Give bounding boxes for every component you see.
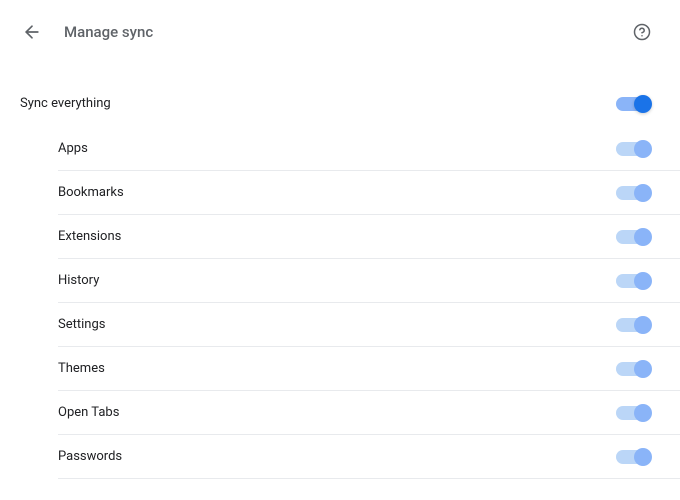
toggle-knob	[634, 95, 652, 113]
sync-item-label: Themes	[58, 361, 616, 376]
help-icon	[633, 23, 651, 41]
sync-item-apps: Apps	[58, 127, 680, 171]
back-button[interactable]	[20, 20, 44, 44]
toggle-knob	[634, 316, 652, 334]
sync-item-bookmarks: Bookmarks	[58, 171, 680, 215]
sync-item-toggle-themes[interactable]	[616, 362, 650, 376]
sync-everything-toggle[interactable]	[616, 97, 650, 111]
sync-item-toggle-extensions[interactable]	[616, 230, 650, 244]
sync-item-label: Bookmarks	[58, 185, 616, 200]
sync-item-history: History	[58, 259, 680, 303]
sync-item-toggle-apps[interactable]	[616, 142, 650, 156]
sync-item-passwords: Passwords	[58, 435, 680, 479]
sync-item-toggle-open-tabs[interactable]	[616, 406, 650, 420]
sync-item-themes: Themes	[58, 347, 680, 391]
sync-item-label: Settings	[58, 317, 616, 332]
arrow-left-icon	[22, 22, 42, 42]
sync-item-label: Passwords	[58, 449, 616, 464]
sync-items-list: Apps Bookmarks Extensions History Settin…	[0, 127, 680, 479]
sync-item-label: History	[58, 273, 616, 288]
sync-item-settings: Settings	[58, 303, 680, 347]
sync-item-toggle-history[interactable]	[616, 274, 650, 288]
toggle-knob	[634, 228, 652, 246]
help-button[interactable]	[632, 22, 652, 42]
sync-item-toggle-passwords[interactable]	[616, 450, 650, 464]
sync-everything-label: Sync everything	[20, 96, 616, 111]
toggle-knob	[634, 184, 652, 202]
page-header: Manage sync	[0, 0, 680, 60]
sync-item-label: Apps	[58, 141, 616, 156]
sync-everything-row: Sync everything	[0, 80, 680, 127]
toggle-knob	[634, 140, 652, 158]
toggle-knob	[634, 272, 652, 290]
sync-item-toggle-bookmarks[interactable]	[616, 186, 650, 200]
toggle-knob	[634, 448, 652, 466]
toggle-knob	[634, 404, 652, 422]
toggle-knob	[634, 360, 652, 378]
sync-item-label: Open Tabs	[58, 405, 616, 420]
sync-item-toggle-settings[interactable]	[616, 318, 650, 332]
sync-item-label: Extensions	[58, 229, 616, 244]
page-title: Manage sync	[64, 23, 632, 41]
sync-item-extensions: Extensions	[58, 215, 680, 259]
sync-item-open-tabs: Open Tabs	[58, 391, 680, 435]
